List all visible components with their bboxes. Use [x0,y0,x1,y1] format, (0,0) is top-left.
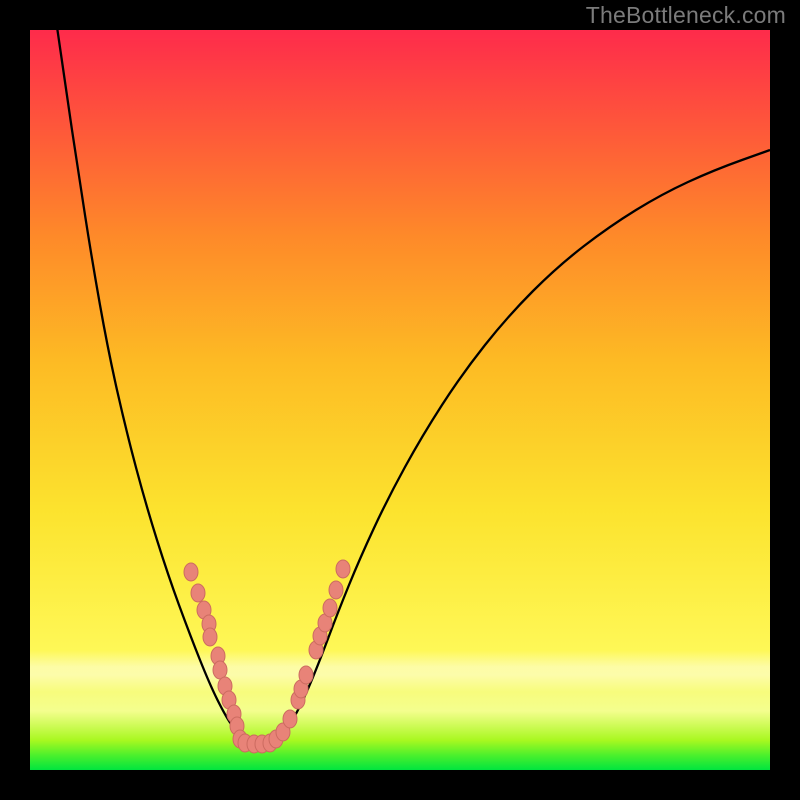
chart-frame: TheBottleneck.com [0,0,800,800]
watermark-text: TheBottleneck.com [586,2,786,29]
chart-background-gradient [30,30,770,770]
